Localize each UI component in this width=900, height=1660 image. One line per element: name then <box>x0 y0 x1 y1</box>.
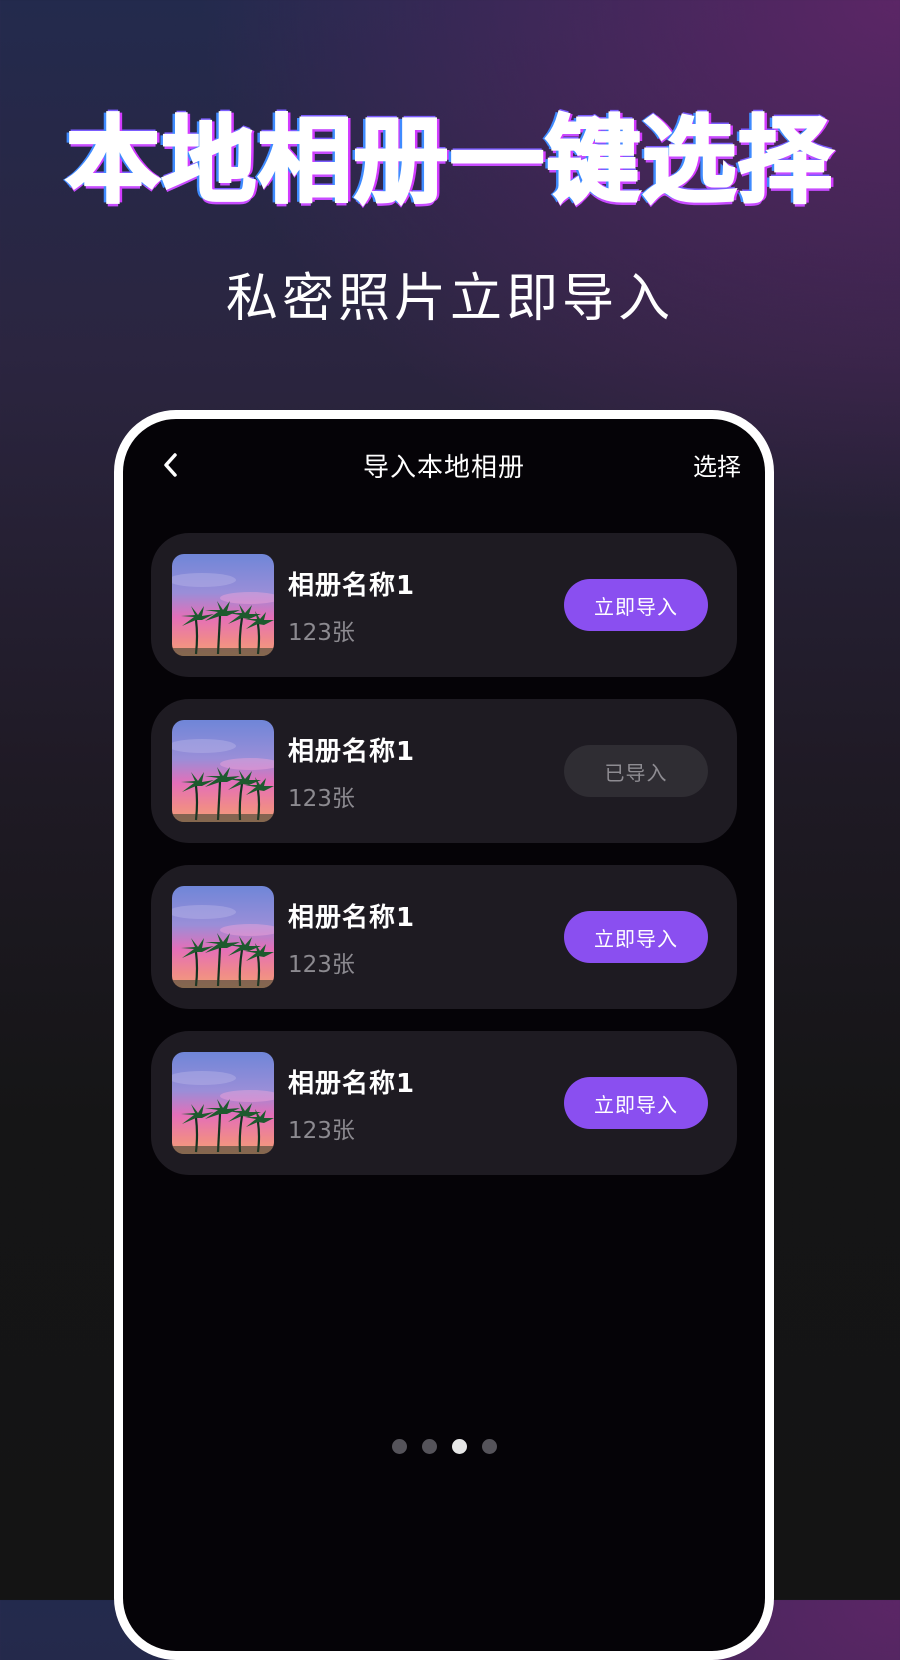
page-dot[interactable] <box>481 1439 497 1454</box>
page-dot[interactable] <box>391 1439 407 1454</box>
album-list: 相册名称1 123张 立即导入 相册名称1 123张 已导入 相册名称1 123… <box>151 533 737 1197</box>
nav-title: 导入本地相册 <box>362 453 525 483</box>
album-card[interactable]: 相册名称1 123张 立即导入 <box>151 865 737 1009</box>
album-count: 123张 <box>288 952 355 978</box>
album-name: 相册名称1 <box>288 737 416 767</box>
album-thumbnail <box>172 720 274 822</box>
album-count: 123张 <box>288 786 355 812</box>
album-card[interactable]: 相册名称1 123张 立即导入 <box>151 533 737 677</box>
import-now-button[interactable]: 立即导入 <box>564 579 708 631</box>
select-button[interactable]: 选择 <box>693 447 741 482</box>
album-thumbnail <box>172 886 274 988</box>
back-button[interactable] <box>153 447 189 483</box>
album-count: 123张 <box>288 620 355 646</box>
page-dot[interactable] <box>451 1439 467 1454</box>
phone-frame: 导入本地相册 选择 相册名称1 123张 立即导入 相册名称1 123张 已导入… <box>114 410 774 1660</box>
nav-bar: 导入本地相册 选择 <box>123 437 765 493</box>
album-photo <box>172 720 274 822</box>
album-card[interactable]: 相册名称1 123张 已导入 <box>151 699 737 843</box>
promo-title: 本地相册一键选择 <box>64 106 834 217</box>
album-photo <box>172 554 274 656</box>
album-count: 123张 <box>288 1118 355 1144</box>
promo-subtitle: 私密照片立即导入 <box>225 269 674 329</box>
chevron-left-icon <box>164 453 177 477</box>
page-dot[interactable] <box>421 1439 437 1454</box>
album-thumbnail <box>172 1052 274 1154</box>
album-thumbnail <box>172 554 274 656</box>
imported-button[interactable]: 已导入 <box>564 745 708 797</box>
album-photo <box>172 1052 274 1154</box>
import-now-button[interactable]: 立即导入 <box>564 911 708 963</box>
album-photo <box>172 886 274 988</box>
import-now-button[interactable]: 立即导入 <box>564 1077 708 1129</box>
album-name: 相册名称1 <box>288 1069 416 1099</box>
album-name: 相册名称1 <box>288 571 416 601</box>
album-name: 相册名称1 <box>288 903 416 933</box>
album-card[interactable]: 相册名称1 123张 立即导入 <box>151 1031 737 1175</box>
page-indicator <box>123 1439 765 1454</box>
